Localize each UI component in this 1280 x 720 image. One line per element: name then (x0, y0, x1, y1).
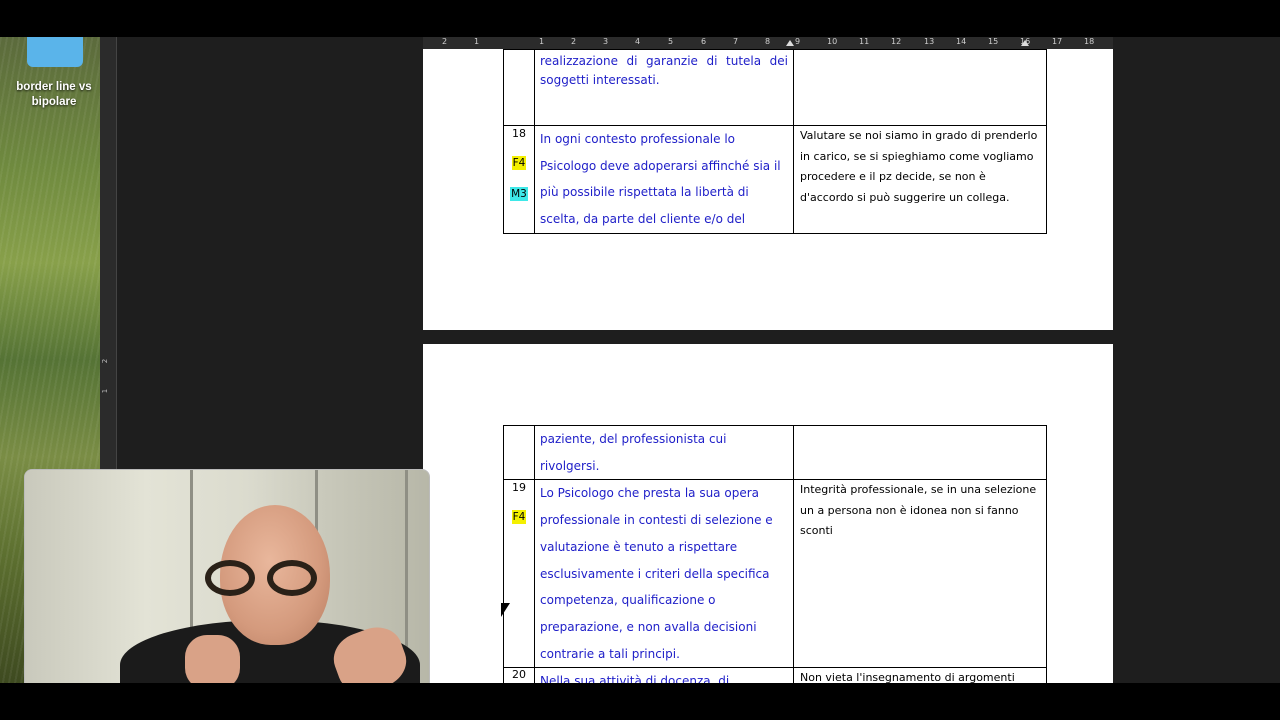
folder-label: border line vs bipolare (16, 81, 92, 108)
ruler-number: 7 (733, 37, 739, 46)
ruler-number: 1 (474, 37, 480, 46)
note-cell[interactable]: Valutare se noi siamo in grado di prende… (793, 125, 1047, 234)
row-number-cell[interactable]: 18 F4 M3 (503, 125, 535, 234)
article-cell[interactable]: realizzazione di garanzie di tutela dei … (534, 49, 794, 126)
table-row: 19 F4 Lo Psicologo che presta la sua ope… (503, 479, 1047, 669)
ruler-number: 15 (988, 37, 999, 46)
note-cell[interactable] (793, 424, 1047, 481)
article-text: realizzazione di garanzie di tutela dei … (540, 54, 788, 87)
ruler-number: 13 (924, 37, 935, 46)
vruler-mark: 2 (101, 358, 110, 364)
ruler-number: 6 (701, 37, 707, 46)
document-page[interactable]: paziente, del professionista cui rivolge… (423, 344, 1113, 697)
ruler-number: 5 (668, 37, 674, 46)
table-row: paziente, del professionista cui rivolge… (503, 424, 1047, 481)
row-number-cell[interactable]: 19 F4 (503, 479, 535, 669)
article-text: In ogni contesto professionale lo Psicol… (540, 132, 781, 227)
table-row: realizzazione di garanzie di tutela dei … (503, 49, 1047, 126)
note-text: Valutare se noi siamo in grado di prende… (800, 129, 1038, 204)
code-badge-f4: F4 (511, 156, 527, 170)
ruler-number: 2 (571, 37, 577, 46)
article-cell[interactable]: Lo Psicologo che presta la sua opera pro… (534, 479, 794, 669)
row-number: 20 (512, 668, 526, 682)
ruler-number: 10 (827, 37, 838, 46)
bottom-letterbox (0, 683, 1280, 720)
ruler-number: 3 (603, 37, 609, 46)
mouse-pointer-icon (501, 603, 510, 617)
table-row: 18 F4 M3 In ogni contesto professionale … (503, 125, 1047, 234)
row-number-cell[interactable] (503, 49, 535, 126)
presenter-hand (185, 635, 240, 684)
code-badge-f4: F4 (511, 510, 527, 525)
article-cell[interactable]: In ogni contesto professionale lo Psicol… (534, 125, 794, 234)
note-text: Integrità professionale, se in una selez… (800, 483, 1037, 538)
folder-icon[interactable] (27, 37, 83, 67)
ruler-number: 9 (795, 37, 801, 46)
ruler-number: 8 (765, 37, 771, 46)
row-number: 19 (512, 481, 526, 495)
ruler-number: 12 (891, 37, 902, 46)
ruler-number: 11 (859, 37, 870, 46)
ruler-number: 18 (1084, 37, 1095, 46)
row-number: 18 (512, 127, 526, 140)
vruler-mark: 1 (101, 388, 110, 394)
ruler-number: 1 (539, 37, 545, 46)
ruler-number: 2 (442, 37, 448, 46)
code-table: paziente, del professionista cui rivolge… (503, 424, 1047, 697)
document-page[interactable]: realizzazione di garanzie di tutela dei … (423, 49, 1113, 330)
top-letterbox (0, 0, 1280, 37)
right-indent-marker-icon[interactable] (1021, 40, 1029, 46)
ruler-number: 14 (956, 37, 967, 46)
note-cell[interactable]: Integrità professionale, se in una selez… (793, 479, 1047, 669)
note-cell[interactable] (793, 49, 1047, 126)
indent-marker-icon[interactable] (786, 40, 794, 46)
ruler-number: 4 (635, 37, 641, 46)
row-number-cell[interactable] (503, 424, 535, 481)
webcam-overlay (24, 469, 430, 685)
article-cell[interactable]: paziente, del professionista cui rivolge… (534, 424, 794, 481)
article-text: Lo Psicologo che presta la sua opera pro… (540, 486, 773, 661)
code-table: realizzazione di garanzie di tutela dei … (503, 49, 1047, 234)
article-text: paziente, del professionista cui rivolge… (540, 432, 727, 473)
presenter-glasses (205, 560, 335, 600)
ruler-number: 17 (1052, 37, 1063, 46)
code-badge-m3: M3 (510, 187, 528, 201)
